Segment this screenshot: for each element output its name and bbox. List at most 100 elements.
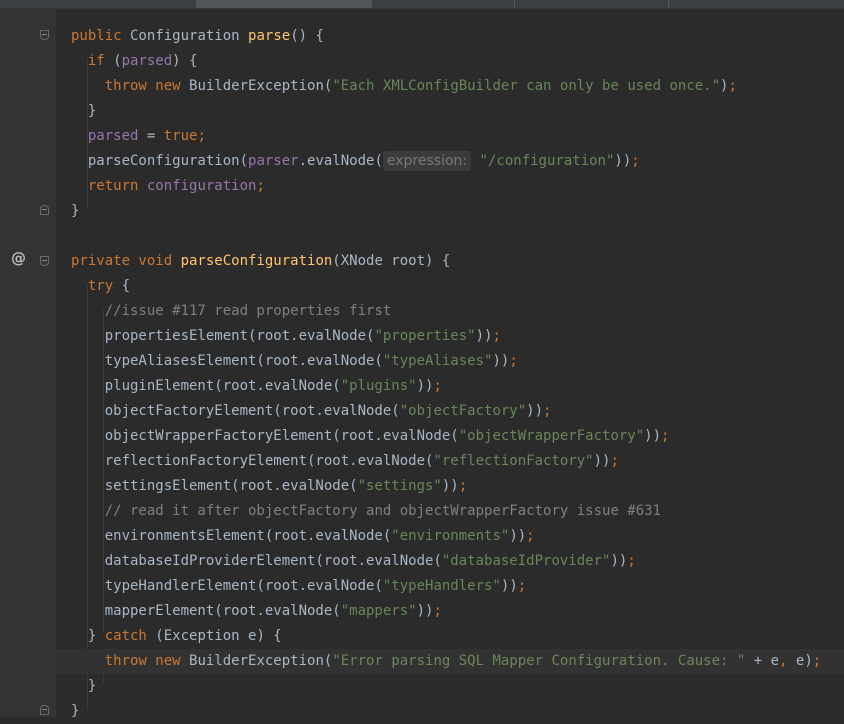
code-token: , — [779, 653, 796, 669]
code-token: return — [87, 178, 147, 194]
code-line[interactable]: parsed = true; — [56, 124, 844, 149]
code-token: parsed — [121, 53, 173, 69]
code-token: () { — [290, 28, 324, 44]
code-line[interactable]: mapperElement(root.evalNode("mappers")); — [56, 599, 844, 624]
code-text: objectFactoryElement(root.evalNode("obje… — [71, 399, 552, 424]
code-line[interactable]: public Configuration parse() { — [56, 24, 844, 49]
code-token: { — [121, 278, 131, 294]
code-text: environmentsElement(root.evalNode("envir… — [71, 524, 535, 549]
code-text: typeAliasesElement(root.evalNode("typeAl… — [71, 349, 518, 374]
code-token: try — [87, 278, 122, 294]
code-line[interactable]: try { — [56, 274, 844, 299]
code-line[interactable]: } — [56, 99, 844, 124]
code-token: "plugins" — [340, 378, 417, 394]
code-text: } — [71, 199, 79, 224]
code-token: + e — [745, 653, 780, 669]
code-line[interactable]: pluginElement(root.evalNode("plugins")); — [56, 374, 844, 399]
code-token: environmentsElement(root.evalNode( — [71, 528, 392, 544]
code-text: //issue #117 read properties first — [71, 299, 392, 324]
code-token: parsed — [87, 128, 139, 144]
code-token: public — [71, 28, 131, 44]
editor-tab-bar — [0, 0, 844, 9]
code-text: throw new BuilderException("Each XMLConf… — [71, 74, 737, 99]
code-text: try { — [71, 274, 130, 299]
parameter-hint: expression: — [382, 151, 472, 171]
code-line[interactable]: private void parseConfiguration(XNode ro… — [56, 249, 844, 274]
code-line[interactable] — [56, 224, 844, 249]
code-text: } — [71, 674, 96, 699]
code-token: ; — [728, 78, 737, 94]
code-line[interactable]: //issue #117 read properties first — [56, 299, 844, 324]
code-token: ; — [526, 528, 535, 544]
editor-tab[interactable] — [516, 0, 669, 8]
code-line[interactable]: typeAliasesElement(root.evalNode("typeAl… — [56, 349, 844, 374]
editor-tab[interactable] — [662, 0, 844, 8]
editor-gutter — [0, 9, 56, 717]
code-line[interactable]: throw new BuilderException("Each XMLConf… — [56, 74, 844, 99]
code-line[interactable]: throw new BuilderException("Error parsin… — [56, 649, 844, 674]
fold-collapse-icon[interactable] — [40, 30, 49, 40]
editor-tab[interactable] — [0, 0, 203, 8]
code-token: ; — [492, 328, 501, 344]
code-token: catch — [104, 628, 156, 644]
code-line[interactable]: environmentsElement(root.evalNode("envir… — [56, 524, 844, 549]
code-token: configuration — [146, 178, 257, 194]
fold-end-icon[interactable] — [40, 705, 49, 715]
override-marker-icon[interactable]: @ — [11, 249, 26, 267]
code-token: ; — [610, 453, 619, 469]
code-token: )) — [593, 453, 611, 469]
code-token: "/configuration" — [471, 153, 615, 169]
code-token: )) — [416, 378, 434, 394]
code-token: } — [71, 103, 97, 119]
code-token: "Each XMLConfigBuilder can only be used … — [332, 78, 721, 94]
code-editor[interactable]: public Configuration parse() { if (parse… — [56, 9, 844, 719]
code-token: mapperElement(root.evalNode( — [71, 603, 341, 619]
code-line[interactable]: propertiesElement(root.evalNode("propert… — [56, 324, 844, 349]
code-text: } — [71, 699, 79, 724]
code-line[interactable]: settingsElement(root.evalNode("settings"… — [56, 474, 844, 499]
code-token: .evalNode( — [298, 153, 383, 169]
code-token: parseConfiguration( — [71, 153, 249, 169]
code-token: (XNode root) { — [332, 253, 451, 269]
code-token: ) { — [172, 53, 198, 69]
editor-tab-active[interactable] — [196, 0, 372, 8]
code-line[interactable]: reflectionFactoryElement(root.evalNode("… — [56, 449, 844, 474]
code-token: ; — [627, 553, 636, 569]
code-line[interactable]: databaseIdProviderElement(root.evalNode(… — [56, 549, 844, 574]
code-line[interactable]: } — [56, 699, 844, 724]
code-token: //issue #117 read properties first — [104, 303, 392, 319]
code-token: )) — [644, 428, 662, 444]
code-line[interactable]: objectFactoryElement(root.evalNode("obje… — [56, 399, 844, 424]
code-line[interactable]: typeHandlerElement(root.evalNode("typeHa… — [56, 574, 844, 599]
code-token: ; — [256, 178, 265, 194]
code-token: ( — [113, 53, 122, 69]
code-token: BuilderException( — [189, 653, 333, 669]
fold-collapse-icon[interactable] — [40, 256, 49, 266]
code-text: } — [71, 99, 96, 124]
code-line[interactable]: return configuration; — [56, 174, 844, 199]
code-line[interactable]: if (parsed) { — [56, 49, 844, 74]
code-text: throw new BuilderException("Error parsin… — [71, 649, 821, 674]
code-token: "settings" — [357, 478, 442, 494]
code-token: "databaseIdProvider" — [441, 553, 611, 569]
code-line[interactable]: } catch (Exception e) { — [56, 624, 844, 649]
code-token: ; — [631, 153, 640, 169]
code-line[interactable]: parseConfiguration(parser.evalNode(expre… — [56, 149, 844, 174]
fold-end-icon[interactable] — [40, 205, 49, 215]
code-token: parse — [248, 28, 291, 44]
code-token: true; — [163, 128, 206, 144]
code-line[interactable]: } — [56, 199, 844, 224]
code-line[interactable]: } — [56, 674, 844, 699]
code-token: settingsElement(root.evalNode( — [71, 478, 358, 494]
code-token: parseConfiguration — [180, 253, 333, 269]
code-line[interactable]: // read it after objectFactory and objec… — [56, 499, 844, 524]
code-line[interactable]: objectWrapperFactoryElement(root.evalNod… — [56, 424, 844, 449]
editor-tab[interactable] — [372, 0, 515, 8]
code-token: = — [138, 128, 164, 144]
code-token: ; — [433, 378, 442, 394]
code-token: ; — [812, 653, 822, 669]
